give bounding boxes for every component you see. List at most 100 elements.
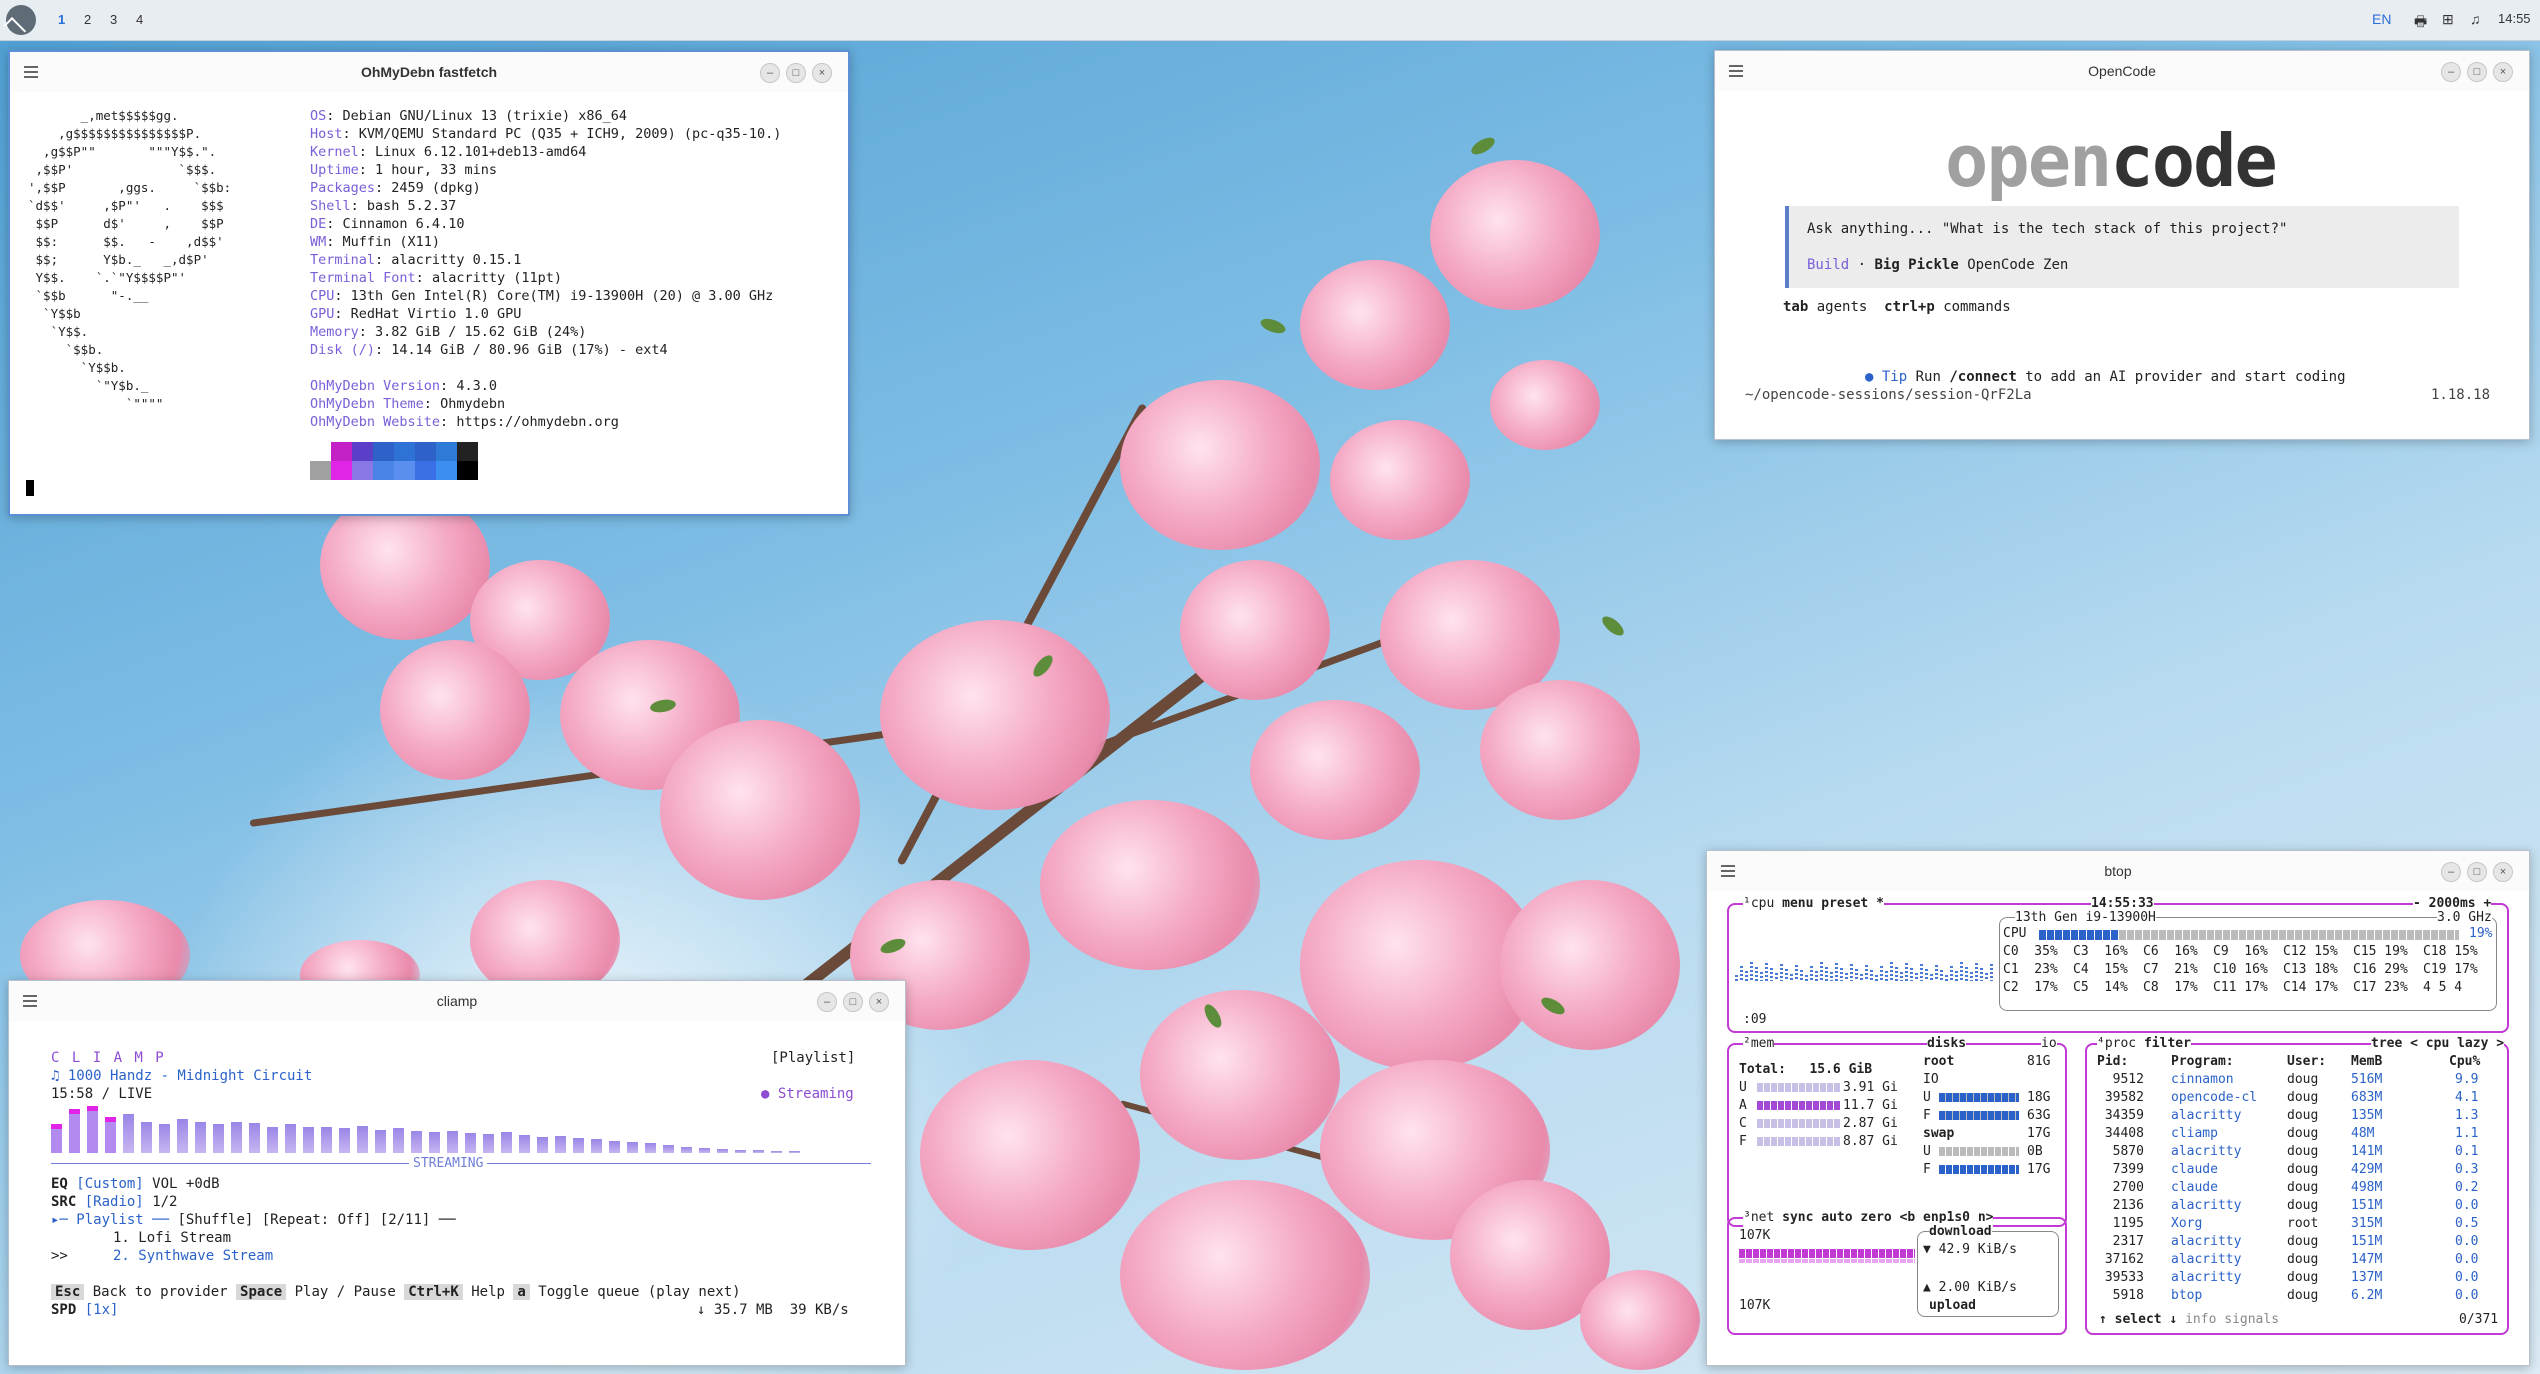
music-note-icon[interactable]: ♫ <box>2470 11 2481 27</box>
shortcut-hints: tab agents ctrl+p commands <box>1783 299 2011 315</box>
streaming-label: STREAMING <box>409 1155 488 1173</box>
proc-user: doug <box>2287 1270 2319 1285</box>
playlist-tag[interactable]: [Playlist] <box>771 1049 855 1067</box>
proc-mem: 516M <box>2351 1072 2383 1087</box>
close-icon[interactable]: × <box>2493 62 2513 82</box>
minimize-icon[interactable]: – <box>760 63 780 83</box>
mem-bar-free <box>1757 1137 1841 1146</box>
fastfetch-window[interactable]: OhMyDebn fastfetch – □ × _,met$$$$$gg. ,… <box>8 50 850 516</box>
clock[interactable]: 14:55 <box>2498 11 2531 26</box>
info-row: Terminal Font: alacritty (11pt) <box>310 270 562 286</box>
key-hints: Esc Back to provider Space Play / Pause … <box>51 1283 741 1301</box>
minimize-icon[interactable]: – <box>817 992 837 1012</box>
spectrum-bar <box>753 1150 764 1153</box>
printer-icon[interactable]: 🖶 <box>2414 11 2427 35</box>
palette-swatch <box>436 442 457 461</box>
maximize-icon[interactable]: □ <box>2467 62 2487 82</box>
proc-col-mem: MemB <box>2351 1054 2383 1069</box>
cpu-graph-bar <box>1950 966 1953 981</box>
playlist-item[interactable]: 1. Lofi Stream <box>113 1229 231 1247</box>
blossom <box>1120 1180 1370 1370</box>
workspace-1[interactable]: 1 <box>58 12 65 27</box>
workspace-2[interactable]: 2 <box>84 12 91 27</box>
titlebar[interactable]: OpenCode – □ × <box>1715 51 2529 91</box>
playlist-header: ▸─ Playlist ── [Shuffle] [Repeat: Off] [… <box>51 1212 456 1228</box>
minimize-icon[interactable]: – <box>2441 862 2461 882</box>
maximize-icon[interactable]: □ <box>843 992 863 1012</box>
prompt-placeholder[interactable]: Ask anything... "What is the tech stack … <box>1807 221 2287 237</box>
info-row: Kernel: Linux 6.12.101+deb13-amd64 <box>310 144 587 160</box>
titlebar[interactable]: cliamp – □ × <box>9 981 905 1021</box>
prompt-input[interactable]: Ask anything... "What is the tech stack … <box>1785 206 2459 288</box>
cpu-graph-bar <box>1935 965 1938 981</box>
cpu-graph-bar <box>1830 972 1833 981</box>
palette-swatch <box>331 461 352 480</box>
proc-mem: 147M <box>2351 1252 2383 1267</box>
close-icon[interactable]: × <box>869 992 889 1012</box>
cpu-graph-bar <box>1810 966 1813 981</box>
spectrum-bar <box>645 1143 656 1153</box>
opencode-window[interactable]: OpenCode – □ × opencode Ask anything... … <box>1714 50 2530 440</box>
src-line[interactable]: SRC [Radio] 1/2 <box>51 1193 177 1211</box>
spectrum-bar <box>375 1130 386 1153</box>
net-upload-graph <box>1739 1259 1915 1263</box>
workspace-3[interactable]: 3 <box>110 12 117 27</box>
cpu-graph-bar <box>1745 971 1748 981</box>
keyboard-layout[interactable]: EN <box>2372 11 2391 27</box>
network-icon[interactable]: ⊞ <box>2442 11 2454 28</box>
disk-values: 18G 63G <box>2027 1090 2051 1123</box>
cpu-graph-bar <box>1880 966 1883 981</box>
cpu-graph-bar <box>1755 967 1758 981</box>
eq-line[interactable]: EQ [Custom] VOL +0dB <box>51 1175 220 1193</box>
proc-mem: 141M <box>2351 1144 2383 1159</box>
close-icon[interactable]: × <box>2493 862 2513 882</box>
maximize-icon[interactable]: □ <box>786 63 806 83</box>
proc-program: alacritty <box>2171 1270 2242 1285</box>
close-icon[interactable]: × <box>812 63 832 83</box>
titlebar[interactable]: OhMyDebn fastfetch – □ × <box>10 52 848 92</box>
proc-header: ⁴proc filter <box>2097 1035 2191 1053</box>
proc-sort[interactable]: tree < cpu lazy > <box>2371 1035 2505 1053</box>
cpu-graph-bar <box>1795 965 1798 981</box>
swap-free-bar <box>1939 1165 2019 1174</box>
maximize-icon[interactable]: □ <box>2467 862 2487 882</box>
palette-swatch <box>457 442 478 461</box>
workspace-4[interactable]: 4 <box>136 12 143 27</box>
cpu-graph-bar <box>1990 964 1993 981</box>
cliamp-window[interactable]: cliamp – □ × C L I A M P ♫ 1000 Handz - … <box>8 980 906 1366</box>
proc-cpu: 1.3 <box>2455 1108 2479 1123</box>
spectrum-bar <box>213 1124 224 1153</box>
proc-mem: 137M <box>2351 1270 2383 1285</box>
blossom <box>660 720 860 900</box>
btop-window[interactable]: btop – □ × ¹cpu menu preset * 14:55:33 -… <box>1706 850 2530 1366</box>
version: 1.18.18 <box>2431 387 2491 403</box>
info-row: WM: Muffin (X11) <box>310 234 441 250</box>
proc-pid: 37162 <box>2097 1252 2144 1267</box>
spectrum-bar <box>339 1128 350 1153</box>
palette-swatch <box>415 461 436 480</box>
proc-count: 0/371 <box>2459 1311 2499 1329</box>
blossom <box>1120 380 1320 550</box>
titlebar[interactable]: btop – □ × <box>1707 851 2529 891</box>
mode-line: Build · Big Pickle OpenCode Zen <box>1807 257 2069 273</box>
spectrum-bar <box>609 1141 620 1153</box>
proc-user: doug <box>2287 1252 2319 1267</box>
playlist-item-current[interactable]: 2. Synthwave Stream <box>113 1247 273 1265</box>
proc-cpu: 0.5 <box>2455 1216 2479 1231</box>
proc-pid: 2136 <box>2097 1198 2144 1213</box>
proc-user: doug <box>2287 1072 2319 1087</box>
minimize-icon[interactable]: – <box>2441 62 2461 82</box>
spectrum-bar <box>717 1149 728 1153</box>
proc-program: cinnamon <box>2171 1072 2234 1087</box>
proc-pid: 1195 <box>2097 1216 2144 1231</box>
spectrum-bar <box>537 1137 548 1153</box>
spectrum-bar <box>771 1151 782 1153</box>
cpu-graph-bar <box>1930 974 1933 981</box>
speed-line[interactable]: SPD [1x] <box>51 1301 118 1319</box>
app-menu-button[interactable] <box>6 5 36 35</box>
cpu-graph-bar <box>1740 966 1743 981</box>
cores-col6: C15 19% C16 29% C17 23% <box>2353 944 2408 995</box>
cpu-graph-bar <box>1800 970 1803 981</box>
cpu-graph-bar <box>1815 971 1818 981</box>
